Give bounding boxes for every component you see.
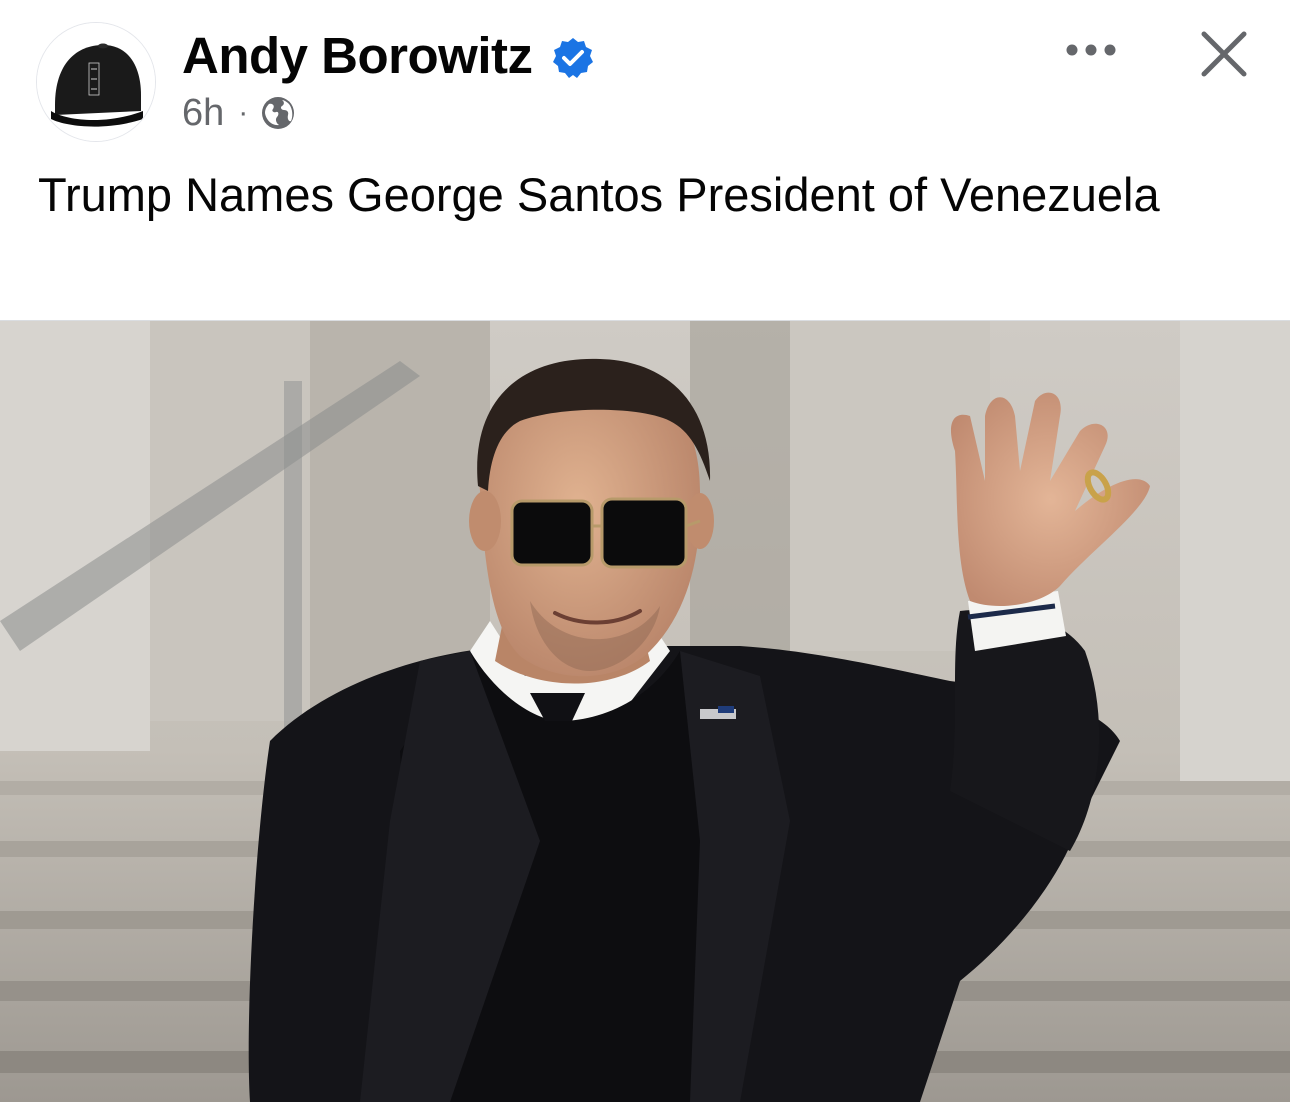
globe-icon — [260, 95, 296, 131]
post-meta: 6h · — [182, 90, 296, 136]
baseball-cap-icon — [37, 23, 155, 141]
post-timestamp[interactable]: 6h — [182, 90, 224, 136]
close-button[interactable] — [1190, 20, 1258, 88]
more-options-button[interactable] — [1060, 30, 1122, 70]
post-photo[interactable] — [0, 320, 1290, 1102]
author-name[interactable]: Andy Borowitz — [182, 26, 533, 86]
verified-badge-icon — [551, 36, 595, 80]
close-icon — [1201, 31, 1247, 77]
post-header: Andy Borowitz 6h · — [0, 0, 1290, 160]
more-options-icon — [1066, 44, 1116, 56]
post-text: Trump Names George Santos President of V… — [38, 168, 1160, 221]
author-avatar[interactable] — [36, 22, 156, 142]
meta-separator: · — [238, 96, 249, 129]
